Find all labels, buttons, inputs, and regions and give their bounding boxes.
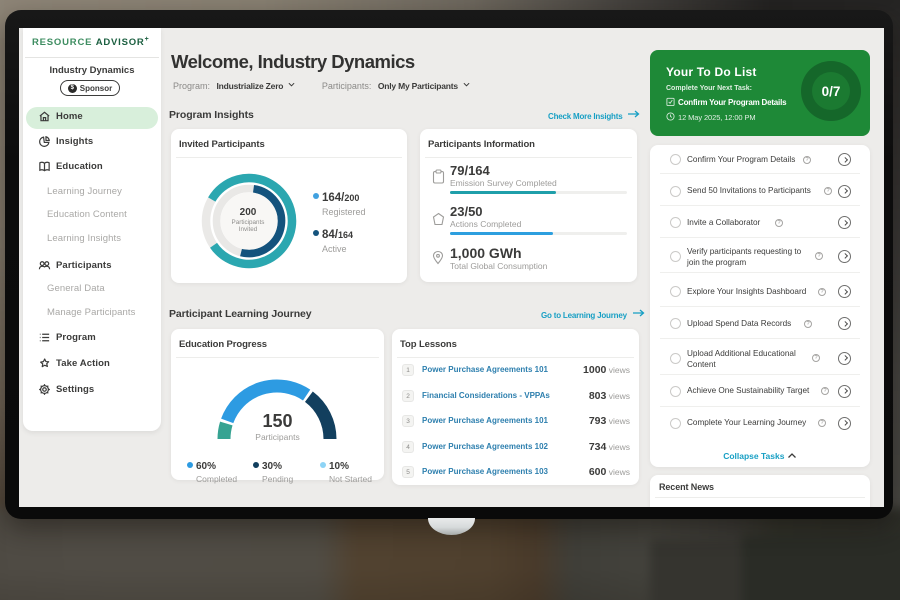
svg-text:Invited: Invited (239, 226, 258, 233)
svg-text:Participants: Participants (232, 219, 265, 226)
svg-text:0/7: 0/7 (822, 84, 841, 99)
svg-text:200: 200 (240, 207, 257, 218)
